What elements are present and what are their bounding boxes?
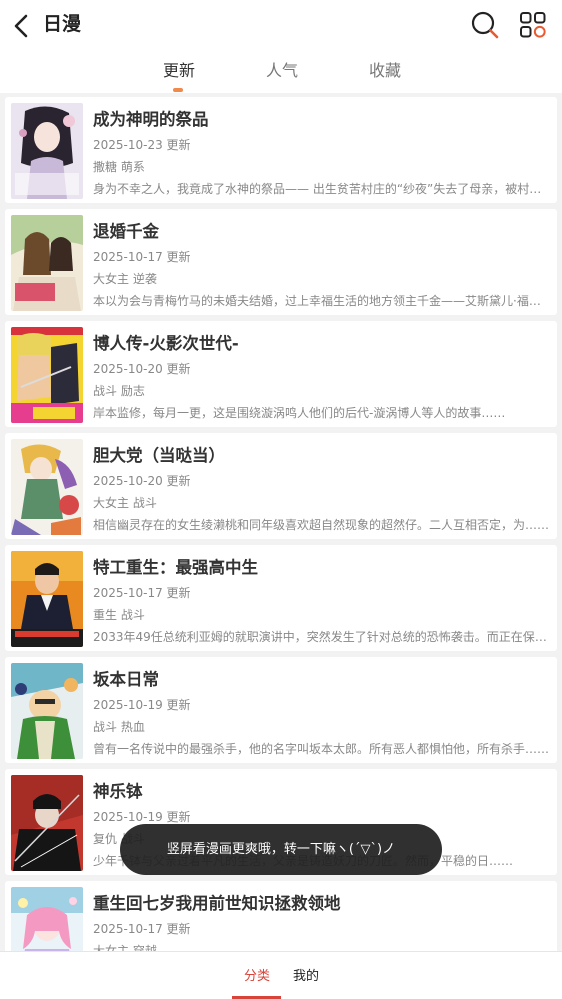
back-button[interactable] (8, 10, 36, 42)
comic-cover[interactable] (11, 551, 83, 647)
comic-cover[interactable] (11, 663, 83, 759)
top-header: 日漫 (0, 0, 562, 50)
comic-tags: 大女主 穿越 (93, 944, 157, 951)
comic-update-date: 2025-10-23 更新 (93, 138, 191, 152)
comic-title[interactable]: 坂本日常 (93, 669, 159, 691)
comic-description: 本以为会与青梅竹马的未婚夫结婚，过上幸福生活的地方领主千金——艾斯黛儿·福…… (93, 294, 551, 308)
grid-menu-icon (520, 12, 546, 38)
comic-cover[interactable] (11, 327, 83, 423)
comic-update-date: 2025-10-17 更新 (93, 250, 191, 264)
chevron-left-icon (14, 14, 28, 38)
app-root: 日漫 更新 人气 收藏 成为神明的祭品 2025-10-23 更新 撒糖 萌系 … (0, 0, 562, 999)
comic-update-date: 2025-10-17 更新 (93, 586, 191, 600)
sort-tabs: 更新 人气 收藏 (0, 50, 562, 93)
menu-button[interactable] (519, 11, 547, 39)
comic-card[interactable]: 坂本日常 2025-10-19 更新 战斗 热血 曾有一名传说中的最强杀手，他的… (5, 657, 557, 763)
comic-update-date: 2025-10-17 更新 (93, 922, 191, 936)
comic-title[interactable]: 胆大党（当哒当） (93, 445, 225, 467)
comic-cover[interactable] (11, 775, 83, 871)
comic-update-date: 2025-10-19 更新 (93, 810, 191, 824)
comic-update-date: 2025-10-20 更新 (93, 474, 191, 488)
nav-category[interactable]: 分类 (244, 968, 270, 986)
toast-message: 竖屏看漫画更爽哦，转一下嘛ヽ(ˊ▽ˋ)ノ (120, 824, 442, 875)
comic-title[interactable]: 神乐钵 (93, 781, 143, 803)
comic-update-date: 2025-10-20 更新 (93, 362, 191, 376)
comic-update-date: 2025-10-19 更新 (93, 698, 191, 712)
tab-update[interactable]: 更新 (163, 60, 195, 82)
bottom-nav: 分类 我的 (0, 951, 562, 999)
comic-list[interactable]: 成为神明的祭品 2025-10-23 更新 撒糖 萌系 身为不幸之人，我竟成了水… (0, 93, 562, 951)
comic-description: 身为不幸之人，我竟成了水神的祭品—— 出生贫苦村庄的“纱夜”失去了母亲，被村…… (93, 182, 551, 196)
comic-tags: 大女主 战斗 (93, 496, 157, 510)
tab-favorites[interactable]: 收藏 (369, 60, 401, 82)
comic-card[interactable]: 重生回七岁我用前世知识拯救领地 2025-10-17 更新 大女主 穿越 (5, 881, 557, 951)
comic-tags: 战斗 励志 (93, 384, 145, 398)
page-title: 日漫 (43, 13, 82, 35)
comic-cover[interactable] (11, 103, 83, 199)
comic-title[interactable]: 重生回七岁我用前世知识拯救领地 (93, 893, 341, 915)
comic-tags: 大女主 逆袭 (93, 272, 157, 286)
active-tab-indicator (173, 88, 183, 92)
comic-title[interactable]: 特工重生：最强高中生 (93, 557, 258, 579)
nav-mine[interactable]: 我的 (293, 968, 319, 986)
comic-title[interactable]: 成为神明的祭品 (93, 109, 209, 131)
comic-description: 岸本监修，每月一更，这是围绕漩涡鸣人他们的后代-漩涡博人等人的故事…… (93, 406, 506, 420)
comic-title[interactable]: 博人传-火影次世代- (93, 333, 239, 355)
comic-cover[interactable] (11, 439, 83, 535)
comic-description: 2033年49任总统利亚姆的就职演讲中，突然发生了针对总统的恐怖袭击。而正在保…… (93, 630, 551, 644)
comic-cover[interactable] (11, 215, 83, 311)
comic-card[interactable]: 成为神明的祭品 2025-10-23 更新 撒糖 萌系 身为不幸之人，我竟成了水… (5, 97, 557, 203)
search-button[interactable] (470, 10, 500, 40)
comic-card[interactable]: 胆大党（当哒当） 2025-10-20 更新 大女主 战斗 相信幽灵存在的女生绫… (5, 433, 557, 539)
comic-description: 曾有一名传说中的最强杀手，他的名字叫坂本太郎。所有恶人都惧怕他，所有杀手…… (93, 742, 550, 756)
comic-cover[interactable] (11, 887, 83, 951)
search-icon (471, 11, 499, 39)
comic-tags: 撒糖 萌系 (93, 160, 145, 174)
comic-tags: 战斗 热血 (93, 720, 145, 734)
comic-card[interactable]: 退婚千金 2025-10-17 更新 大女主 逆袭 本以为会与青梅竹马的未婚夫结… (5, 209, 557, 315)
comic-description: 相信幽灵存在的女生绫濑桃和同年级喜欢超自然现象的超然仔。二人互相否定，为…… (93, 518, 550, 532)
comic-card[interactable]: 博人传-火影次世代- 2025-10-20 更新 战斗 励志 岸本监修，每月一更… (5, 321, 557, 427)
comic-title[interactable]: 退婚千金 (93, 221, 159, 243)
comic-tags: 重生 战斗 (93, 608, 145, 622)
comic-card[interactable]: 特工重生：最强高中生 2025-10-17 更新 重生 战斗 2033年49任总… (5, 545, 557, 651)
tab-popular[interactable]: 人气 (266, 60, 298, 82)
